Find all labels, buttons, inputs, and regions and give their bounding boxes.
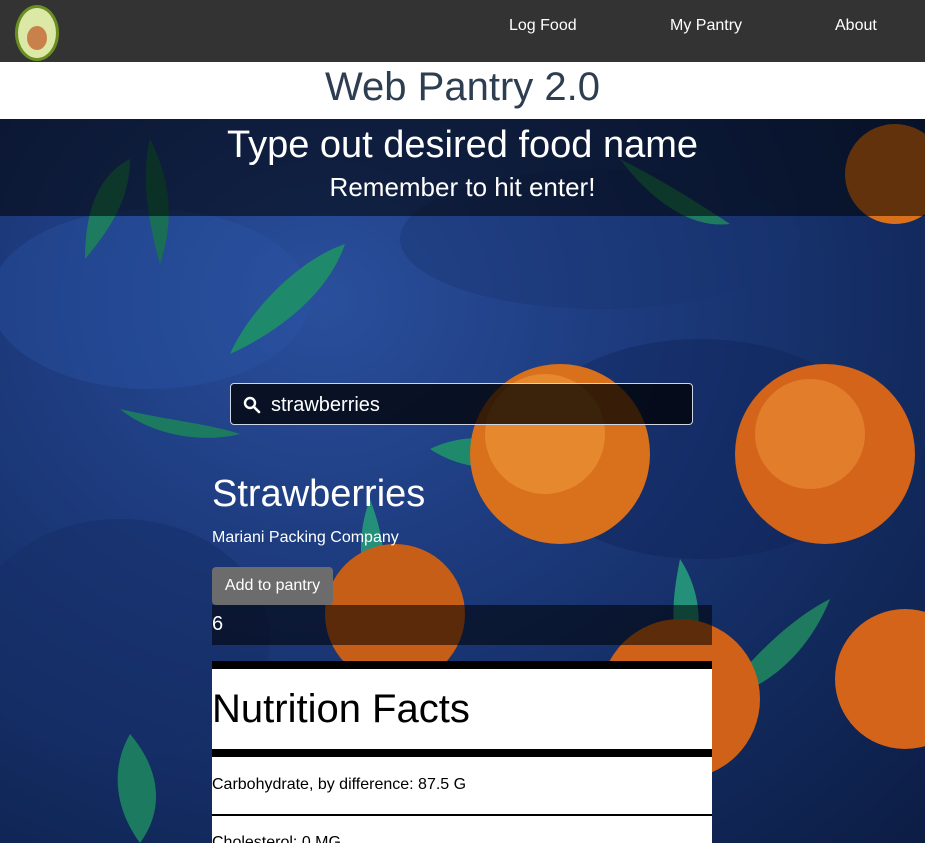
nutrition-row: Cholesterol: 0 MG bbox=[212, 814, 712, 843]
nutrition-facts-title: Nutrition Facts bbox=[212, 687, 470, 731]
nav-log-food-link[interactable]: Log Food bbox=[509, 17, 577, 35]
nutrition-facts-panel: Nutrition Facts Carbohydrate, by differe… bbox=[212, 661, 712, 843]
title-bar: Web Pantry 2.0 bbox=[0, 62, 925, 119]
banner-title: Type out desired food name bbox=[226, 124, 699, 166]
navbar: Log Food My Pantry About bbox=[0, 0, 925, 62]
nutrition-divider bbox=[212, 749, 712, 757]
food-search-input[interactable] bbox=[269, 390, 684, 420]
search-icon bbox=[243, 396, 261, 414]
nutrition-row: Carbohydrate, by difference: 87.5 G bbox=[212, 776, 467, 793]
food-search-box[interactable] bbox=[230, 383, 693, 425]
food-brand: Mariani Packing Company bbox=[212, 529, 399, 546]
banner-subtitle: Remember to hit enter! bbox=[329, 172, 596, 202]
page-title: Web Pantry 2.0 bbox=[325, 65, 600, 109]
instruction-banner: Type out desired food name Remember to h… bbox=[0, 119, 925, 216]
food-name: Strawberries bbox=[212, 473, 426, 515]
quantity-value[interactable]: 6 bbox=[212, 605, 712, 645]
nav-about-link[interactable]: About bbox=[835, 17, 877, 35]
hero-section: Type out desired food name Remember to h… bbox=[0, 119, 925, 843]
add-to-pantry-button[interactable]: Add to pantry bbox=[212, 567, 333, 605]
avocado-logo-icon[interactable] bbox=[14, 0, 60, 62]
nav-my-pantry-link[interactable]: My Pantry bbox=[670, 17, 742, 35]
